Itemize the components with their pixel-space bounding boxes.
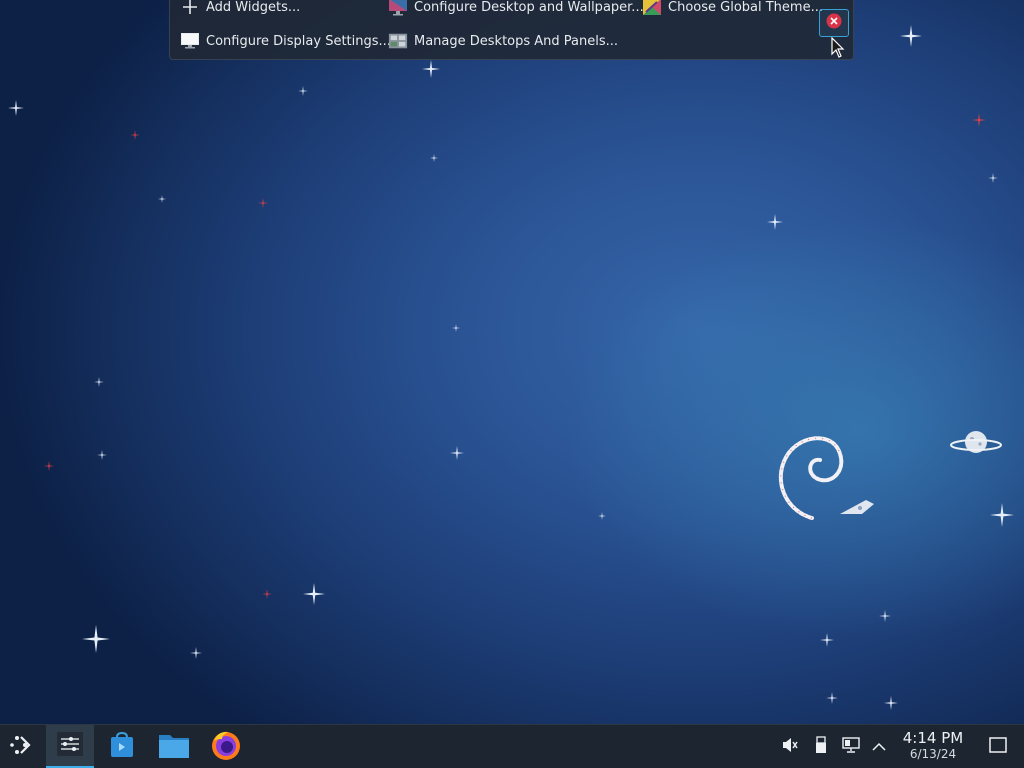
star-decoration <box>884 696 898 710</box>
task-file-manager[interactable] <box>150 725 198 768</box>
manage-desktops-label: Manage Desktops And Panels... <box>414 33 619 49</box>
pager-icon <box>56 731 84 761</box>
global-theme-icon <box>642 0 662 16</box>
peek-desktop-button[interactable] <box>984 725 1012 768</box>
chevron-up-icon <box>872 737 886 756</box>
star-decoration <box>298 86 308 96</box>
star-decoration <box>826 692 838 704</box>
global-theme-label: Choose Global Theme... <box>668 0 823 15</box>
task-system-settings[interactable] <box>46 725 94 768</box>
star-decoration <box>190 647 202 659</box>
removable-devices-button[interactable] <box>810 725 832 768</box>
configure-desktop-button[interactable]: Configure Desktop and Wallpaper... <box>388 0 644 18</box>
add-widgets-label: Add Widgets... <box>206 0 301 15</box>
display-icon <box>180 32 200 50</box>
display-settings-label: Configure Display Settings... <box>206 33 391 49</box>
star-decoration <box>158 195 166 203</box>
star-decoration <box>130 130 140 140</box>
star-decoration <box>97 450 107 460</box>
star-decoration <box>767 214 783 230</box>
desktop-edit-toolbar: Add Widgets... Configure Desktop and Wal… <box>169 0 854 60</box>
star-decoration <box>820 633 834 647</box>
planet-decoration <box>950 428 1002 462</box>
task-firefox[interactable] <box>202 725 250 768</box>
star-decoration <box>972 113 986 127</box>
clock-date: 6/13/24 <box>909 747 957 761</box>
desktops-panels-icon <box>388 32 408 50</box>
app-launcher-icon <box>9 732 35 762</box>
star-decoration <box>82 625 110 653</box>
clock-time: 4:14 PM <box>902 729 964 747</box>
star-decoration <box>450 446 464 460</box>
star-decoration <box>262 589 272 599</box>
star-decoration <box>430 154 438 162</box>
star-decoration <box>900 25 922 47</box>
close-edit-mode-button[interactable] <box>819 9 849 37</box>
star-decoration <box>988 173 998 183</box>
show-desktop-icon <box>989 736 1007 757</box>
star-decoration <box>8 100 24 116</box>
star-decoration <box>303 583 325 605</box>
choose-global-theme-button[interactable]: Choose Global Theme... <box>642 0 823 18</box>
taskbar-panel: 4:14 PM 6/13/24 <box>0 724 1024 768</box>
star-decoration <box>879 610 891 622</box>
network-button[interactable] <box>840 725 862 768</box>
digital-clock[interactable]: 4:14 PM 6/13/24 <box>896 729 970 762</box>
usb-icon <box>815 735 827 758</box>
debian-swirl-logo <box>770 428 880 532</box>
configure-desktop-label: Configure Desktop and Wallpaper... <box>414 0 644 15</box>
task-discover[interactable] <box>98 725 146 768</box>
monitor-wallpaper-icon <box>388 0 408 16</box>
add-widgets-button[interactable]: Add Widgets... <box>180 0 300 18</box>
show-hidden-icons-button[interactable] <box>868 725 890 768</box>
star-decoration <box>598 512 606 520</box>
firefox-icon <box>210 729 242 765</box>
star-decoration <box>258 198 268 208</box>
star-decoration <box>452 324 460 332</box>
configure-display-settings-button[interactable]: Configure Display Settings... <box>180 30 391 52</box>
network-icon <box>842 736 860 758</box>
star-decoration <box>94 377 104 387</box>
mouse-cursor-icon <box>831 36 845 63</box>
discover-icon <box>108 731 136 763</box>
speaker-muted-icon <box>781 736 799 758</box>
desktop-wallpaper[interactable] <box>0 0 1024 724</box>
files-icon <box>158 731 190 763</box>
plus-icon <box>180 0 200 16</box>
star-decoration <box>422 60 440 78</box>
star-decoration <box>990 503 1014 527</box>
application-launcher-button[interactable] <box>0 725 44 768</box>
star-decoration <box>44 461 54 471</box>
close-icon <box>826 13 842 33</box>
manage-desktops-panels-button[interactable]: Manage Desktops And Panels... <box>388 30 618 52</box>
audio-volume-button[interactable] <box>778 725 802 768</box>
